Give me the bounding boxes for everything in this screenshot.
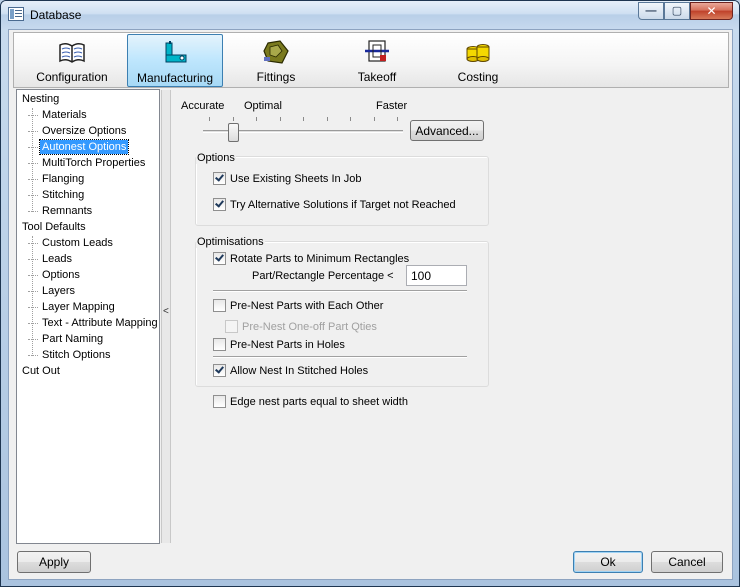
checkmark-icon <box>215 252 224 262</box>
separator <box>213 356 467 358</box>
machine-icon <box>165 41 187 63</box>
checkbox-label: Pre-Nest One-off Part Qties <box>242 321 377 333</box>
slider-tick <box>256 117 257 121</box>
separator <box>213 290 467 292</box>
slider-tick <box>303 117 304 121</box>
coins-icon <box>466 44 490 62</box>
tool-label: Takeoff <box>357 70 397 84</box>
slider-tick <box>373 117 375 121</box>
caption-buttons: — ▢ ✕ <box>638 2 733 20</box>
ok-button[interactable]: Ok <box>573 551 643 573</box>
cancel-button[interactable]: Cancel <box>651 551 723 573</box>
tree-item-options[interactable]: Options <box>28 268 82 282</box>
takeoff-icon <box>365 40 389 62</box>
tree-guide <box>32 108 33 212</box>
tool-label: Manufacturing <box>136 71 214 85</box>
checkbox-box <box>225 320 238 333</box>
close-icon: ✕ <box>706 4 717 18</box>
minimize-button[interactable]: — <box>638 2 664 20</box>
close-button[interactable]: ✕ <box>690 2 733 20</box>
slider-tick <box>326 117 328 121</box>
slider-tick <box>397 117 398 121</box>
slider-label-faster: Faster <box>376 100 408 112</box>
tree-item-text-attribute-mapping[interactable]: Text - Attribute Mapping <box>28 316 160 330</box>
options-group <box>195 156 489 226</box>
slider-label-accurate: Accurate <box>181 100 225 112</box>
advanced-button[interactable]: Advanced... <box>410 120 484 141</box>
checkbox-box[interactable] <box>213 395 226 408</box>
checkmark-icon <box>215 198 224 208</box>
collapse-arrow-icon[interactable]: < <box>163 306 169 317</box>
tree-item-part-naming[interactable]: Part Naming <box>27 332 105 346</box>
checkbox-label: Allow Nest In Stitched Holes <box>230 365 369 377</box>
apply-button[interactable]: Apply <box>17 551 91 573</box>
slider-tick <box>209 117 210 121</box>
slider-tick <box>350 117 351 121</box>
pane-splitter[interactable]: < <box>161 90 171 543</box>
slider-tick <box>232 117 234 121</box>
database-window: Database — ▢ ✕ Configuration Manufacturi… <box>0 0 740 587</box>
part-rectangle-percentage-label: Part/Rectangle Percentage < <box>252 270 394 282</box>
tree-item-stitching[interactable]: Stitching <box>27 188 86 202</box>
slider-label-optimal: Optimal <box>244 100 282 112</box>
tool-manufacturing[interactable]: Manufacturing <box>127 34 223 87</box>
category-toolbar: Configuration Manufacturing Fittings Tak… <box>13 32 729 88</box>
dialog-client: Configuration Manufacturing Fittings Tak… <box>8 29 733 580</box>
tree-item-layers[interactable]: Layers <box>27 284 77 298</box>
tool-label: Configuration <box>36 70 108 84</box>
tree-item-flanging[interactable]: Flanging <box>27 172 86 186</box>
checkbox-label: Rotate Parts to Minimum Rectangles <box>230 253 410 265</box>
slider-tick <box>279 117 281 121</box>
book-icon <box>59 42 85 63</box>
tree-item-materials[interactable]: Materials <box>28 108 89 122</box>
speed-slider-thumb[interactable] <box>227 123 239 142</box>
tree-item-autonest-options[interactable]: Autonest Options <box>27 139 130 155</box>
tool-label: Fittings <box>256 70 296 84</box>
tool-takeoff[interactable]: Takeoff <box>329 34 425 87</box>
tree-item-custom-leads[interactable]: Custom Leads <box>28 236 115 250</box>
checkmark-icon <box>215 172 224 182</box>
tree-guide <box>32 236 33 356</box>
settings-tree[interactable]: Nesting Materials Oversize Options Auton… <box>16 89 160 544</box>
autonest-options-panel: Accurate Optimal Faster Advanced... Opti… <box>173 89 728 545</box>
checkbox-label: Edge nest parts equal to sheet width <box>230 396 408 408</box>
window-title: Database <box>30 8 82 22</box>
tool-label: Costing <box>457 70 499 84</box>
part-rectangle-percentage-input[interactable] <box>406 265 467 286</box>
checkbox-box[interactable] <box>213 198 226 211</box>
minimize-icon: — <box>645 5 657 17</box>
app-icon <box>8 7 24 21</box>
tree-item-leads[interactable]: Leads <box>28 252 74 266</box>
tool-configuration[interactable]: Configuration <box>24 34 120 87</box>
tree-item-multitorch-properties[interactable]: MultiTorch Properties <box>27 156 147 170</box>
checkbox-box[interactable] <box>213 299 226 312</box>
optimisations-group-title: Optimisations <box>196 236 265 248</box>
tree-item-remnants[interactable]: Remnants <box>27 204 94 218</box>
checkbox-label: Try Alternative Solutions if Target not … <box>230 199 456 211</box>
checkbox-label: Pre-Nest Parts in Holes <box>230 339 345 351</box>
fitting-icon <box>263 40 289 64</box>
tree-item-oversize-options[interactable]: Oversize Options <box>27 124 128 138</box>
tree-item-tool-defaults[interactable]: Tool Defaults <box>20 220 88 234</box>
checkbox-label: Use Existing Sheets In Job <box>230 173 362 185</box>
checkmark-icon <box>215 364 224 374</box>
tree-item-cut-out[interactable]: Cut Out <box>20 364 62 378</box>
tool-costing[interactable]: Costing <box>430 34 526 87</box>
checkbox-box[interactable] <box>213 252 226 265</box>
tree-item-nesting[interactable]: Nesting <box>20 92 61 106</box>
checkbox-box[interactable] <box>213 364 226 377</box>
checkbox-box[interactable] <box>213 338 226 351</box>
title-bar[interactable]: Database — ▢ ✕ <box>1 1 739 29</box>
checkbox-label: Pre-Nest Parts with Each Other <box>230 300 384 312</box>
maximize-button[interactable]: ▢ <box>664 2 690 20</box>
options-group-title: Options <box>196 152 236 164</box>
checkbox-box[interactable] <box>213 172 226 185</box>
tool-fittings[interactable]: Fittings <box>228 34 324 87</box>
tree-item-stitch-options[interactable]: Stitch Options <box>27 348 112 362</box>
maximize-icon: ▢ <box>671 5 683 17</box>
tree-item-layer-mapping[interactable]: Layer Mapping <box>28 300 117 314</box>
